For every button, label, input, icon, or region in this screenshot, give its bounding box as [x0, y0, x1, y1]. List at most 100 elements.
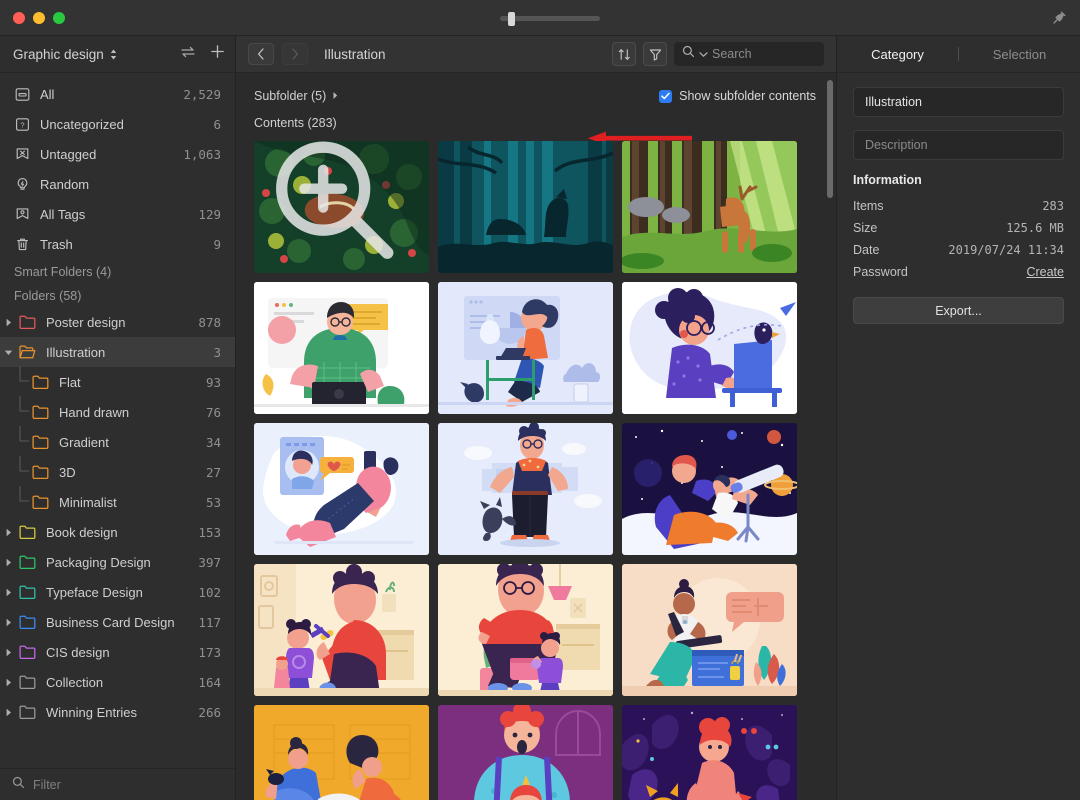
disclosure-closed-icon[interactable] — [0, 588, 16, 597]
sort-arrows-icon[interactable] — [612, 42, 636, 66]
maximize-button[interactable] — [53, 12, 65, 24]
export-button[interactable]: Export... — [853, 297, 1064, 324]
folder-count: 878 — [198, 314, 221, 330]
thumbnail-item[interactable] — [438, 564, 613, 696]
disclosure-open-icon[interactable] — [0, 348, 16, 357]
thumbnail-item[interactable] — [622, 705, 797, 800]
thumbnail-item[interactable] — [438, 282, 613, 414]
sidebar-item-all[interactable]: All 2,529 — [0, 79, 235, 109]
category-description-field[interactable]: Description — [853, 130, 1064, 160]
chevron-down-icon[interactable] — [699, 45, 708, 63]
folder-icon — [19, 555, 38, 569]
folder-item[interactable]: Gradient 34 — [0, 425, 235, 457]
folder-item[interactable]: Poster design 878 — [0, 307, 235, 337]
pushpin-icon[interactable] — [1050, 9, 1068, 27]
folder-item[interactable]: Business Card Design 117 — [0, 607, 235, 637]
folder-item[interactable]: Flat 93 — [0, 365, 235, 399]
chevron-right-icon[interactable] — [332, 87, 339, 105]
toolbar-actions — [612, 42, 824, 66]
thumbnail-item[interactable] — [622, 423, 797, 555]
thumbnail-item[interactable] — [622, 564, 797, 696]
disclosure-closed-icon[interactable] — [0, 648, 16, 657]
thumbnail-item[interactable] — [254, 423, 429, 555]
folder-item[interactable]: Collection 164 — [0, 667, 235, 697]
search-icon — [682, 45, 695, 63]
all-icon — [14, 86, 31, 103]
folder-item[interactable]: Winning Entries 266 — [0, 697, 235, 727]
folder-count: 153 — [198, 524, 221, 540]
funnel-icon[interactable] — [643, 42, 667, 66]
thumbnail-size-slider[interactable] — [500, 12, 600, 26]
thumbnail-image — [622, 423, 797, 555]
search-icon — [12, 776, 25, 794]
show-subfolder-toggle[interactable]: Show subfolder contents — [659, 89, 816, 103]
category-name-field[interactable]: Illustration — [853, 87, 1064, 117]
disclosure-closed-icon[interactable] — [0, 678, 16, 687]
slider-thumb[interactable] — [508, 12, 515, 26]
folder-item[interactable]: Minimalist 53 — [0, 485, 235, 517]
sidebar-item-label: Untagged — [40, 146, 97, 162]
thumbnail-item[interactable] — [254, 564, 429, 696]
library-name[interactable]: Graphic design — [13, 47, 104, 62]
info-row-password: Password Create — [853, 261, 1064, 283]
thumbnail-item[interactable] — [438, 141, 613, 273]
create-password-link[interactable]: Create — [1026, 265, 1064, 279]
sort-swap-icon[interactable] — [180, 45, 196, 64]
thumbnail-item[interactable] — [622, 282, 797, 414]
zoom-preview-icon[interactable] — [254, 141, 422, 266]
search-input[interactable] — [712, 47, 816, 61]
folder-list: Poster design 878 Illustration 3 Flat 93 Hand … — [0, 307, 235, 727]
thumbnail-item[interactable] — [254, 282, 429, 414]
tab-category[interactable]: Category — [837, 47, 958, 62]
disclosure-closed-icon[interactable] — [0, 618, 16, 627]
folder-item[interactable]: Packaging Design 397 — [0, 547, 235, 577]
folder-label: Typeface Design — [46, 584, 143, 600]
folder-item[interactable]: 3D 27 — [0, 455, 235, 487]
disclosure-closed-icon[interactable] — [0, 708, 16, 717]
sidebar-item-all-tags[interactable]: All Tags 129 — [0, 199, 235, 229]
subfolder-bar: Subfolder (5) Show subfolder contents Co… — [236, 73, 836, 130]
folder-item[interactable]: Hand drawn 76 — [0, 395, 235, 427]
disclosure-closed-icon[interactable] — [0, 528, 16, 537]
content-scrollbar[interactable] — [827, 80, 833, 198]
disclosure-closed-icon[interactable] — [0, 318, 16, 327]
folder-item[interactable]: CIS design 173 — [0, 637, 235, 667]
smart-folders-header[interactable]: Smart Folders (4) — [0, 259, 235, 283]
close-button[interactable] — [13, 12, 25, 24]
thumbnail-item[interactable] — [254, 705, 429, 800]
tree-branch-icon — [16, 365, 32, 399]
plus-icon[interactable] — [210, 44, 225, 64]
folder-icon — [19, 525, 38, 539]
folder-count: 173 — [198, 644, 221, 660]
thumbnail-item[interactable] — [254, 141, 429, 273]
back-button[interactable] — [248, 43, 274, 65]
folders-header[interactable]: Folders (58) — [0, 283, 235, 307]
thumbnail-image — [254, 282, 429, 414]
tab-selection[interactable]: Selection — [959, 47, 1080, 62]
folder-label: Winning Entries — [46, 704, 138, 720]
subfolder-label[interactable]: Subfolder (5) — [254, 89, 326, 103]
folder-count: 102 — [198, 584, 221, 600]
info-row-items: Items 283 — [853, 195, 1064, 217]
minimize-button[interactable] — [33, 12, 45, 24]
disclosure-closed-icon[interactable] — [0, 558, 16, 567]
folder-item[interactable]: Illustration 3 — [0, 337, 235, 367]
sidebar-item-random[interactable]: Random — [0, 169, 235, 199]
search-box[interactable] — [674, 42, 824, 66]
sidebar-item-untagged[interactable]: Untagged 1,063 — [0, 139, 235, 169]
folder-item[interactable]: Book design 153 — [0, 517, 235, 547]
thumbnail-image — [254, 705, 429, 800]
show-subfolder-label: Show subfolder contents — [679, 89, 816, 103]
checkbox-checked-icon[interactable] — [659, 89, 673, 103]
folder-count: 397 — [198, 554, 221, 570]
title-bar — [0, 0, 1080, 36]
sidebar-item-trash[interactable]: Trash 9 — [0, 229, 235, 259]
sidebar-item-uncategorized[interactable]: ? Uncategorized 6 — [0, 109, 235, 139]
folder-item[interactable]: Typeface Design 102 — [0, 577, 235, 607]
forward-button[interactable] — [282, 43, 308, 65]
thumbnail-item[interactable] — [622, 141, 797, 273]
filter-input[interactable] — [33, 777, 223, 792]
thumbnail-item[interactable] — [438, 423, 613, 555]
thumbnail-item[interactable] — [438, 705, 613, 800]
chevron-updown-icon[interactable] — [109, 48, 118, 61]
